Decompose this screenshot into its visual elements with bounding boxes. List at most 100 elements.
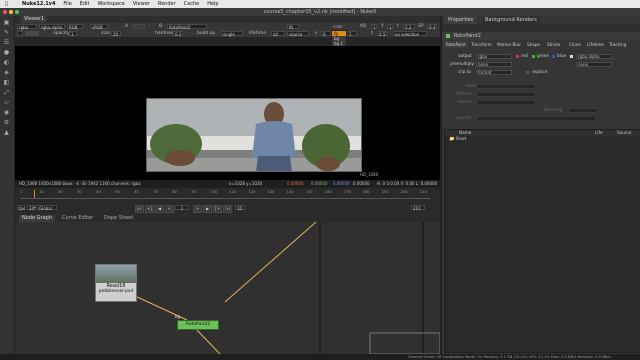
format-label: HD_1080 bbox=[360, 172, 379, 177]
blending-field[interactable] bbox=[568, 107, 598, 113]
range-mode-select[interactable]: Global bbox=[37, 205, 57, 211]
channels-select[interactable]: rgba bbox=[17, 24, 37, 30]
node-name-field[interactable]: RotoPaint2 bbox=[454, 32, 481, 40]
subtab-shape[interactable]: Shape bbox=[524, 41, 544, 48]
color-field[interactable]: 1 bbox=[347, 31, 357, 37]
opacity-slider[interactable] bbox=[476, 115, 596, 121]
apple-icon[interactable]:  bbox=[5, 1, 8, 7]
menu-viewer[interactable]: Viewer bbox=[133, 1, 150, 7]
subtab-lifetime[interactable]: Lifetime bbox=[584, 41, 608, 48]
furnace-icon[interactable]: ▲ bbox=[2, 129, 11, 136]
layer-list[interactable]: Name Life Source 📁 Root bbox=[444, 129, 640, 353]
menu-file[interactable]: File bbox=[63, 1, 71, 7]
zoom-window-button[interactable] bbox=[15, 10, 19, 14]
tab-curve-editor[interactable]: Curve Editor bbox=[59, 215, 97, 222]
tab-background-renders[interactable]: Background Renders bbox=[482, 16, 540, 24]
viewer-canvas[interactable]: HD_1080 bbox=[15, 46, 440, 180]
opacity-field[interactable]: 1 bbox=[69, 31, 77, 37]
menu-edit[interactable]: Edit bbox=[80, 1, 90, 7]
gain-field[interactable]: 1 bbox=[371, 24, 377, 30]
alpha-channel-checkbox[interactable] bbox=[570, 54, 573, 58]
lifetime-field[interactable] bbox=[476, 91, 536, 97]
subtab-clone[interactable]: Clone bbox=[566, 41, 584, 48]
size-field[interactable]: 20 bbox=[111, 31, 121, 37]
subtab-tracking[interactable]: Tracking bbox=[606, 41, 630, 48]
timeline-ruler[interactable]: 1 10 20 30 40 50 60 70 80 90 100 110 120 130 140 150 160… bbox=[20, 190, 430, 199]
red-channel-checkbox[interactable] bbox=[516, 54, 519, 58]
gamma-field[interactable]: 2.2 bbox=[403, 24, 415, 30]
subtab-rotopaint[interactable]: RotoPaint bbox=[443, 41, 469, 48]
premultiply-select-2[interactable]: none bbox=[576, 61, 612, 67]
layer-item-root[interactable]: 📁 Root bbox=[449, 137, 466, 142]
mode-select[interactable]: source bbox=[287, 31, 309, 37]
clip-select[interactable]: format bbox=[476, 69, 512, 75]
input-process-select[interactable]: sRGB bbox=[90, 24, 108, 30]
filter-icon[interactable]: ◐ bbox=[2, 59, 11, 66]
y-field[interactable]: 1 bbox=[387, 24, 393, 30]
other-icon[interactable]: ⚙ bbox=[2, 119, 11, 126]
alpha-channel-select[interactable]: rgba.alpha bbox=[576, 53, 612, 59]
last-frame-button[interactable]: >| bbox=[223, 205, 232, 213]
subtab-motion-blur[interactable]: Motion Blur bbox=[494, 41, 524, 48]
subtab-stroke[interactable]: Stroke bbox=[544, 41, 564, 48]
colorspace-select[interactable]: RGB bbox=[67, 24, 83, 30]
menu-cache[interactable]: Cache bbox=[184, 1, 200, 7]
source-field[interactable] bbox=[476, 99, 536, 105]
nodegraph-canvas[interactable]: Read18 pebbleover.psd RotoPaint2 bg bbox=[15, 222, 440, 354]
subtab-transform[interactable]: Transform bbox=[468, 41, 495, 48]
next-frame-button[interactable]: > bbox=[193, 205, 202, 213]
image-icon[interactable]: ▣ bbox=[2, 19, 11, 26]
tab-node-graph[interactable]: Node Graph bbox=[19, 215, 55, 222]
draw-icon[interactable]: ✎ bbox=[2, 29, 11, 36]
sampling-select[interactable]: on selection bbox=[393, 31, 427, 37]
read-node[interactable]: Read18 pebbleover.psd bbox=[95, 264, 137, 302]
next-key-button[interactable]: |> bbox=[213, 205, 222, 213]
v-field[interactable]: 0 bbox=[321, 31, 331, 37]
a-input-swatch[interactable] bbox=[133, 24, 145, 29]
minimize-window-button[interactable] bbox=[9, 10, 13, 14]
mask-field[interactable] bbox=[476, 83, 536, 89]
alpha-select[interactable]: rgba.alpha bbox=[39, 24, 65, 30]
end-frame-field[interactable]: 210 bbox=[411, 205, 425, 211]
rotopaint-node[interactable]: RotoPaint2 bbox=[177, 320, 219, 330]
replace-checkbox[interactable] bbox=[526, 70, 529, 74]
play-back-button[interactable]: ◀ bbox=[155, 205, 164, 213]
t-field[interactable]: 0.5 bbox=[377, 31, 387, 37]
menu-workspace[interactable]: Workspace bbox=[97, 1, 124, 7]
close-window-button[interactable] bbox=[3, 10, 7, 14]
lifetime-select[interactable]: all bbox=[271, 31, 285, 37]
first-frame-button[interactable]: |< bbox=[135, 205, 144, 213]
prev-frame-button[interactable]: < bbox=[165, 205, 174, 213]
channel-icon[interactable]: ☰ bbox=[2, 39, 11, 46]
b-node-select[interactable]: RotoPaint2 bbox=[167, 24, 207, 30]
tab-viewer1[interactable]: Viewer1 bbox=[21, 16, 48, 23]
play-button[interactable]: ▶ bbox=[203, 205, 212, 213]
fps-field[interactable]: 24* bbox=[27, 205, 36, 211]
output-select[interactable]: rgba bbox=[476, 53, 512, 59]
keyer-icon[interactable]: ◈ bbox=[2, 69, 11, 76]
menu-help[interactable]: Help bbox=[207, 1, 218, 7]
sp-field[interactable]: 0.4 bbox=[427, 24, 437, 30]
hardness-field[interactable]: 0.2 bbox=[173, 31, 183, 37]
node-color-swatch[interactable] bbox=[446, 34, 450, 38]
blue-channel-checkbox[interactable] bbox=[552, 54, 555, 58]
prev-key-button[interactable]: <| bbox=[145, 205, 154, 213]
tool-toggle[interactable] bbox=[17, 31, 23, 36]
step-field[interactable]: 10 bbox=[235, 205, 245, 211]
transform-icon[interactable]: ⤢ bbox=[2, 89, 11, 96]
brush-swatch[interactable] bbox=[25, 31, 39, 36]
source-select[interactable]: single bbox=[221, 31, 243, 37]
menu-render[interactable]: Render bbox=[158, 1, 176, 7]
menu-app[interactable]: Nuke12.1v4 bbox=[22, 1, 55, 7]
3d-icon[interactable]: ▱ bbox=[2, 99, 11, 106]
tab-properties[interactable]: Properties bbox=[445, 16, 477, 24]
frame-field[interactable]: 1 bbox=[175, 205, 189, 211]
zoom-select[interactable]: fit bbox=[287, 24, 299, 30]
views-icon[interactable]: ◉ bbox=[2, 109, 11, 116]
premultiply-select[interactable]: none bbox=[476, 61, 512, 67]
green-channel-checkbox[interactable] bbox=[532, 54, 535, 58]
playhead[interactable] bbox=[34, 190, 35, 198]
merge-icon[interactable]: ◧ bbox=[2, 79, 11, 86]
tab-dope-sheet[interactable]: Dope Sheet bbox=[101, 215, 137, 222]
color-icon[interactable]: ● bbox=[2, 49, 11, 56]
